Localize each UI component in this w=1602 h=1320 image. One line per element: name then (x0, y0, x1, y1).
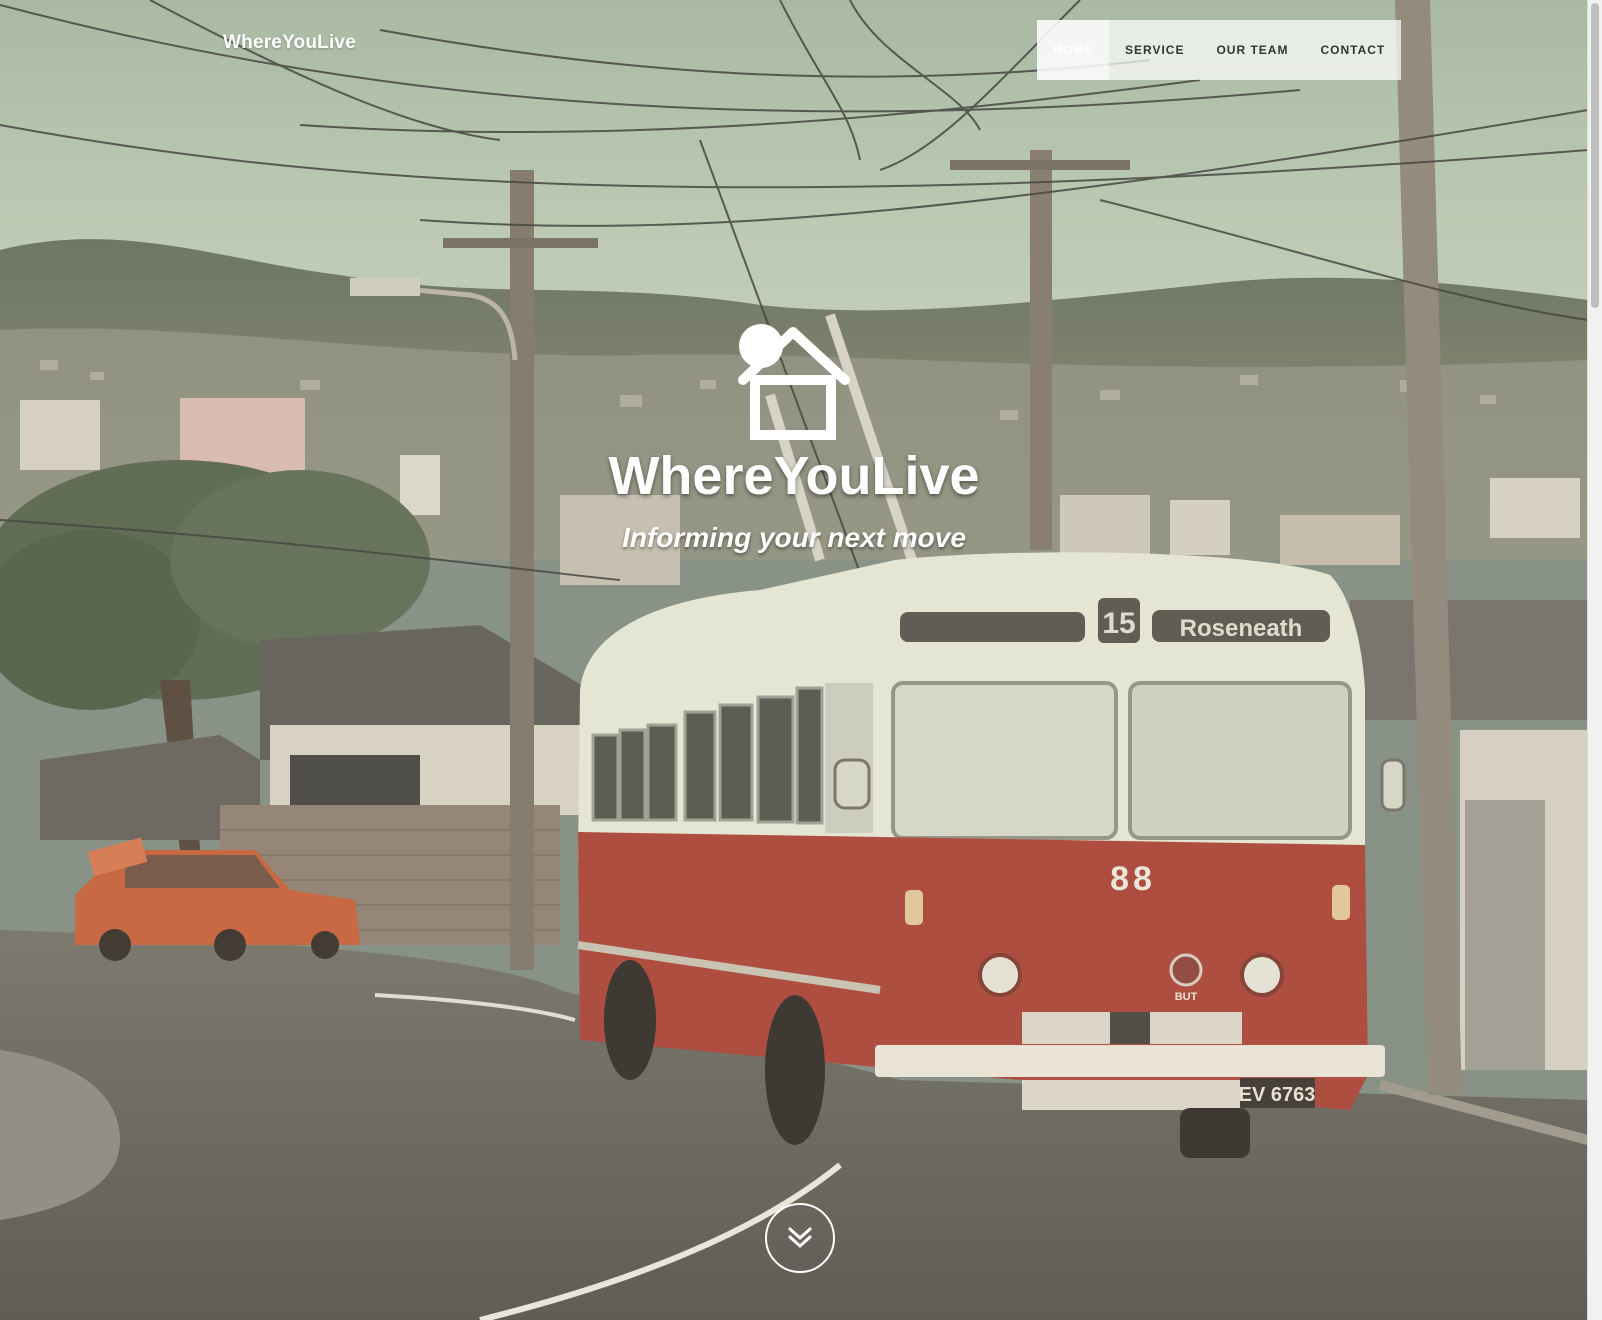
nav-item-home[interactable]: HOME (1037, 20, 1109, 80)
nav-item-service[interactable]: SERVICE (1109, 20, 1200, 80)
hero-title: WhereYouLive (608, 446, 980, 506)
page-scrollbar[interactable] (1587, 0, 1602, 1320)
hero-subtitle: Informing your next move (622, 522, 966, 553)
nav-item-contact[interactable]: CONTACT (1304, 20, 1401, 80)
scrollbar-thumb[interactable] (1591, 3, 1599, 308)
landing-page: 15 Roseneath 88 BUT EV 6763 WhereYouLive… (0, 0, 1602, 1320)
hero-background-photo: 15 Roseneath 88 BUT EV 6763 (0, 0, 1588, 1320)
scroll-down-button[interactable] (765, 1203, 835, 1273)
nav-item-our-team[interactable]: OUR TEAM (1200, 20, 1304, 80)
double-chevron-down-icon (788, 1227, 812, 1248)
brand-link[interactable]: WhereYouLive (223, 32, 356, 54)
house-with-sun-icon (733, 322, 853, 442)
main-nav: HOME SERVICE OUR TEAM CONTACT (1037, 20, 1402, 80)
